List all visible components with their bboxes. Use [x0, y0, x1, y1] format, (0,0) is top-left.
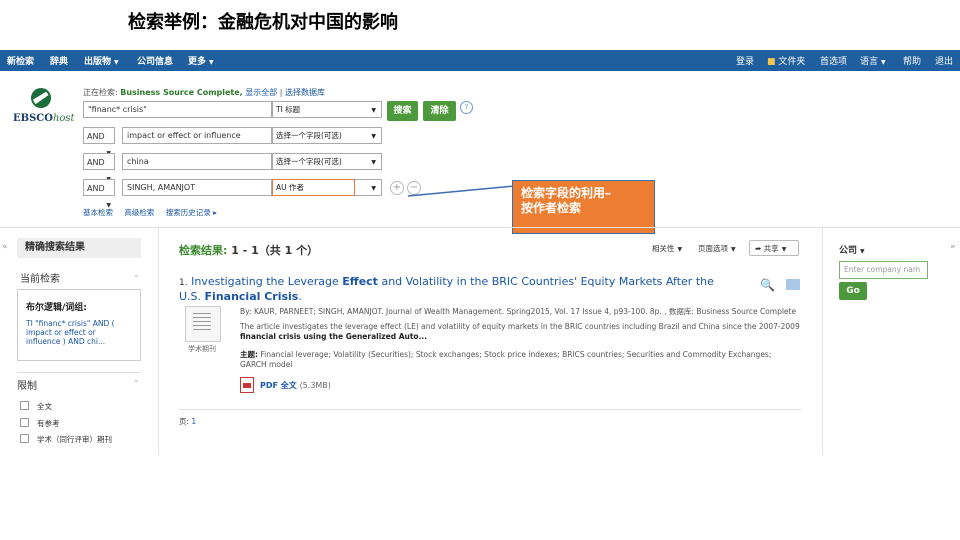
show-all-link[interactable]: 显示全部: [245, 88, 277, 97]
search-input-4[interactable]: SINGH, AMANJOT: [122, 179, 272, 196]
bool-operator-4[interactable]: AND ▼: [83, 179, 115, 209]
chevron-down-icon: ▼: [114, 59, 119, 66]
collapse-left-icon[interactable]: «: [2, 242, 8, 252]
searching-line: 正在检索: Business Source Complete, 显示全部 | 选…: [83, 88, 326, 97]
nav-publications[interactable]: 出版物 ▼: [84, 54, 119, 67]
publication-type-label: 学术期刊: [188, 345, 216, 353]
limit-references[interactable]: 有参考: [20, 418, 60, 429]
nav-help[interactable]: 帮助: [903, 54, 921, 67]
limit-peer-reviewed[interactable]: 学术（同行评审）期刊: [20, 434, 112, 445]
nav-thesaurus[interactable]: 辞典: [50, 54, 68, 67]
limit-heading[interactable]: 限制: [17, 377, 37, 392]
chevron-down-icon: ▼: [209, 59, 214, 66]
field-select-2[interactable]: 选择一个字段(可选) ▼: [272, 127, 382, 144]
share-icon: ➦: [755, 244, 762, 253]
add-to-folder-icon[interactable]: [786, 279, 801, 290]
search-input-2[interactable]: impact or effect or influence: [122, 127, 272, 144]
checkbox: [20, 434, 29, 443]
result-abstract: The article investigates the leverage ef…: [240, 322, 800, 341]
result-byline: By: KAUR, PARNEET; SINGH, AMANJOT. Journ…: [240, 307, 797, 316]
nav-sign-in[interactable]: 登录: [736, 54, 754, 67]
field-select-3[interactable]: 选择一个字段(可选) ▼: [272, 153, 382, 170]
search-mode-links: 基本检索 高级检索 搜索历史记录 ▸: [83, 207, 226, 218]
pdf-full-text-link[interactable]: PDF 全文 (5.3MB): [260, 380, 331, 391]
current-search-heading[interactable]: 当前检索: [20, 270, 60, 285]
collapse-right-icon[interactable]: »: [950, 242, 956, 252]
results-count: 检索结果: 1 - 1（共 1 个）: [179, 244, 319, 257]
advanced-search-link[interactable]: 高级检索: [124, 208, 154, 217]
chevron-down-icon: ▼: [881, 59, 886, 66]
chevron-down-icon[interactable]: ⌄: [133, 270, 140, 279]
field-select-4[interactable]: AU 作者 ▼: [272, 179, 382, 196]
company-go-button[interactable]: Go: [839, 282, 867, 300]
search-input-3[interactable]: china: [122, 153, 272, 170]
basic-search-link[interactable]: 基本检索: [83, 208, 113, 217]
sort-relevance[interactable]: 相关性 ▼: [652, 243, 682, 254]
nav-language[interactable]: 语言 ▼: [860, 54, 886, 67]
ebsco-logo[interactable]: EBSCOhost: [13, 113, 75, 124]
database-name: Business Source Complete,: [120, 88, 243, 97]
slide-title: 检索举例：金融危机对中国的影响: [128, 12, 398, 33]
nav-company-info[interactable]: 公司信息: [137, 54, 173, 67]
nav-preferences[interactable]: 首选项: [820, 54, 847, 67]
highlight-box: [272, 179, 355, 196]
share-button[interactable]: ➦ 共享 ▼: [749, 240, 799, 256]
top-nav-bar: 新检索 辞典 出版物 ▼ 公司信息 更多 ▼ 登录 ■ 文件夹 首选项 语言 ▼ 帮助…: [0, 50, 960, 71]
search-history-link[interactable]: 搜索历史记录 ▸: [166, 208, 217, 217]
checkbox: [20, 418, 29, 427]
pagination: 页: 1: [179, 417, 197, 426]
annotation-callout: 检索字段的利用– 按作者检索: [512, 180, 655, 234]
nav-exit[interactable]: 退出: [935, 54, 953, 67]
company-search-input[interactable]: Enter company nam: [839, 261, 928, 279]
current-search-box: 布尔逻辑/词组: TI "financ* crisis" AND ( impac…: [17, 289, 141, 361]
nav-new-search[interactable]: 新检索: [7, 54, 34, 67]
nav-folder[interactable]: ■ 文件夹: [767, 54, 805, 67]
chevron-down-icon[interactable]: ⌄: [133, 375, 140, 384]
bool-operator-2[interactable]: AND▼: [83, 127, 115, 157]
limit-full-text[interactable]: 全文: [20, 401, 52, 412]
add-row-icon[interactable]: +: [390, 181, 404, 195]
refine-results-title: 精确搜索结果: [17, 238, 141, 258]
pdf-icon[interactable]: [240, 377, 254, 393]
field-select-1[interactable]: TI 标题 ▼: [272, 101, 382, 118]
clear-button[interactable]: 清除: [423, 101, 456, 121]
preview-magnifier-icon[interactable]: 🔍: [760, 278, 775, 292]
callout-pointer: [408, 185, 514, 197]
search-input-1[interactable]: "financ* crisis": [83, 101, 272, 118]
checkbox: [20, 401, 29, 410]
page-link[interactable]: 1: [191, 417, 196, 426]
help-icon[interactable]: ?: [460, 101, 473, 114]
bool-query-link[interactable]: TI "financ* crisis" AND ( impact or effe…: [26, 319, 132, 346]
result-title-link[interactable]: 1. Investigating the Leverage Effect and…: [179, 275, 739, 304]
folder-icon: ■: [767, 57, 776, 67]
page-options[interactable]: 页面选项 ▼: [698, 243, 736, 254]
bool-operator-3[interactable]: AND▼: [83, 153, 115, 183]
choose-databases-link[interactable]: 选择数据库: [285, 88, 325, 97]
result-subjects: 主题: Financial leverage; Volatility (Secu…: [240, 350, 772, 369]
nav-more[interactable]: 更多 ▼: [188, 54, 214, 67]
company-panel-title[interactable]: 公司 ▼: [839, 243, 865, 256]
search-button[interactable]: 搜索: [387, 101, 418, 121]
